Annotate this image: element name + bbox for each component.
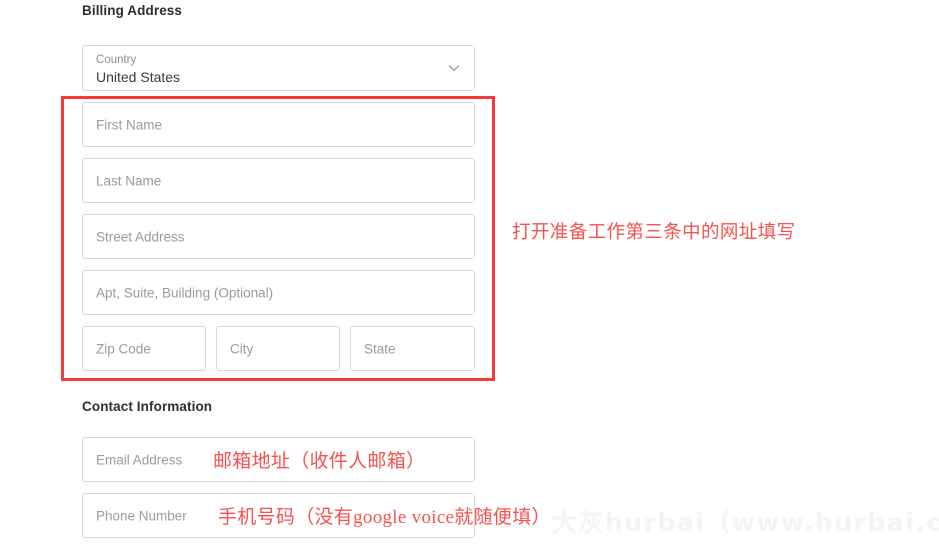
billing-address-heading: Billing Address <box>82 3 183 18</box>
chevron-down-icon <box>447 61 461 75</box>
email-address-placeholder: Email Address <box>96 452 183 467</box>
annotation-url-note: 打开准备工作第三条中的网址填写 <box>512 223 796 243</box>
site-watermark: 大灰hurbai（www.hurbai.com） <box>552 508 939 537</box>
country-value: United States <box>96 69 181 85</box>
street-address-input[interactable]: Street Address <box>82 214 475 259</box>
contact-information-heading: Contact Information <box>82 399 213 414</box>
first-name-placeholder: First Name <box>96 117 163 132</box>
zip-code-placeholder: Zip Code <box>96 341 151 356</box>
city-placeholder: City <box>230 341 254 356</box>
apt-suite-building-input[interactable]: Apt, Suite, Building (Optional) <box>82 270 475 315</box>
country-label: Country <box>96 54 137 66</box>
phone-number-placeholder: Phone Number <box>96 508 187 523</box>
street-address-placeholder: Street Address <box>96 229 185 244</box>
last-name-input[interactable]: Last Name <box>82 158 475 203</box>
state-input[interactable]: State <box>350 326 475 371</box>
apt-suite-building-placeholder: Apt, Suite, Building (Optional) <box>96 285 274 300</box>
billing-form-page: Billing Address Country United States Fi… <box>0 0 939 552</box>
first-name-input[interactable]: First Name <box>82 102 475 147</box>
zip-code-input[interactable]: Zip Code <box>82 326 206 371</box>
state-placeholder: State <box>364 341 396 356</box>
annotation-phone-note: 手机号码（没有google voice就随便填） <box>218 507 551 528</box>
annotation-email-note: 邮箱地址（收件人邮箱） <box>213 451 426 472</box>
country-select[interactable]: Country United States <box>82 45 475 91</box>
city-input[interactable]: City <box>216 326 340 371</box>
last-name-placeholder: Last Name <box>96 173 162 188</box>
